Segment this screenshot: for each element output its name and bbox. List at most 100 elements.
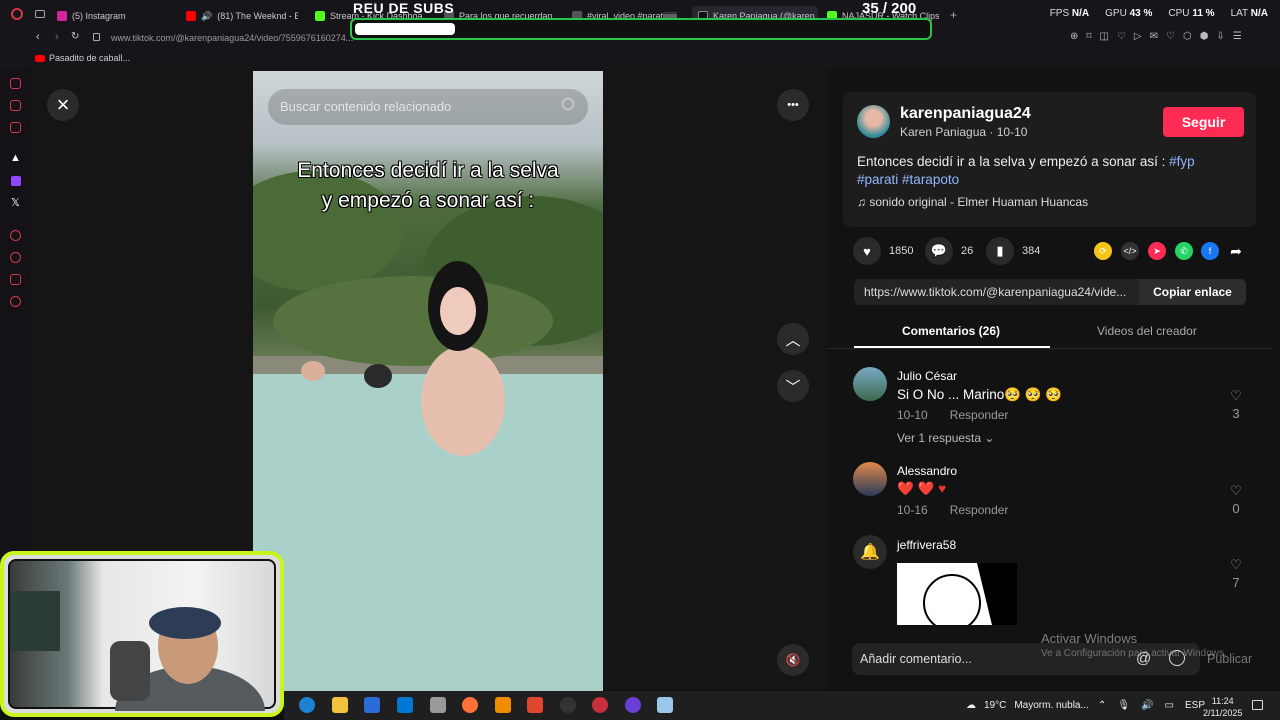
tab-youtube[interactable]: 🔊 (81) The Weeknd - Ea [186,6,298,26]
comment-button[interactable]: 💬 26 [925,237,973,265]
author-subline: Karen Paniagua · 10-10 [900,125,1028,139]
store-icon[interactable] [364,697,380,713]
vlc-icon[interactable] [495,697,511,713]
tab-instagram[interactable]: (5) Instagram [57,6,126,26]
obs-icon[interactable] [560,697,576,713]
clock[interactable]: 11:24 2/11/2025 [1203,695,1242,719]
opera-menu-icon[interactable] [11,8,23,20]
sidebar-history-icon[interactable] [10,252,21,263]
app-icon[interactable] [527,697,543,713]
bookmark-item[interactable]: Pasadito de caball... [35,53,130,63]
facebook-icon[interactable]: f [1201,242,1219,260]
sidebar-x-icon[interactable]: 𝕏 [11,196,20,209]
tab-divider [827,348,1272,349]
chevron-down-icon: ﹀ [785,378,801,396]
browser-toolbar-icons[interactable]: ⊕⌑◫♡▷✉♡⬡⬢⇩☰ [1070,31,1250,42]
mute-button[interactable]: 🔇 [777,644,809,676]
chevron-up-icon: ⌃ [1098,700,1107,711]
sidebar-extensions-icon[interactable] [10,274,21,285]
related-search-input[interactable]: Buscar contenido relacionado [268,89,588,125]
system-tray[interactable]: ⌃ 🎙 🔊 ▭ ESP [1098,700,1205,711]
instagram-icon [57,11,67,21]
comment-sticker-image [897,563,1017,625]
reply-button[interactable]: Responder [950,503,1009,517]
sidebar-tiktok-icon[interactable]: ▲ [10,152,21,164]
heart-outline-icon: ♡ [1230,388,1242,403]
sidebar-mail-icon[interactable] [10,122,21,133]
comment-like-button[interactable]: ♡ 7 [1228,557,1244,590]
share-icon[interactable]: ➦ [1227,242,1245,260]
bell-icon[interactable]: 🔔 [853,535,887,569]
new-tab-button[interactable]: + [950,8,957,22]
comment-like-button[interactable]: ♡ 3 [1228,388,1244,421]
keyboard-app-icon[interactable] [430,697,446,713]
comment-like-button[interactable]: ♡ 0 [1228,483,1244,516]
music-link[interactable]: ♫ sonido original - Elmer Huaman Huancas [857,195,1088,209]
view-replies-button[interactable]: Ver 1 respuesta ⌄ [897,431,994,445]
comment-author[interactable]: Julio César [897,369,957,383]
video-player[interactable]: Entonces decidí ir a la selva y empezó a… [253,71,603,691]
close-icon: × [56,92,70,117]
author-username[interactable]: karenpaniagua24 [900,105,1031,123]
forward-icon[interactable]: › [55,31,59,43]
youtube-icon [35,54,45,62]
speaker-muted-icon: 🔇 [785,653,801,667]
avatar[interactable] [853,462,887,496]
bookmark-icon: ▮ [986,237,1014,265]
heart-outline-icon: ♡ [1230,557,1242,572]
subs-goal-counter: 35 / 200 [862,0,917,17]
firefox-icon[interactable] [462,697,478,713]
reply-button[interactable]: Responder [950,408,1009,422]
subs-goal-progress [350,18,932,40]
repost-icon[interactable]: ⟳ [1094,242,1112,260]
comment-author[interactable]: jeffrivera58 [897,538,956,552]
opera-gx-icon[interactable] [592,697,608,713]
like-button[interactable]: ♥ 1850 [853,237,913,265]
follow-button[interactable]: Seguir [1163,107,1244,137]
next-video-button[interactable]: ﹀ [777,370,809,402]
close-button[interactable]: × [47,89,79,121]
webcam-overlay [0,551,284,717]
back-icon[interactable]: ‹ [36,31,40,43]
reload-icon[interactable]: ↻ [71,31,79,42]
tab-comments[interactable]: Comentarios (26) [902,324,1000,338]
sidebar-settings-icon[interactable] [10,296,21,307]
sticker-drawing [897,563,1017,625]
whatsapp-icon[interactable]: ✆ [1175,242,1193,260]
microphone-icon: 🎙 [1117,700,1131,711]
avatar[interactable] [853,367,887,401]
sidebar-messenger-icon[interactable] [10,100,21,111]
file-explorer-icon[interactable] [332,697,348,713]
edge-icon[interactable] [299,697,315,713]
notification-icon[interactable] [1252,700,1263,710]
sidebar-twitch-icon[interactable] [11,176,21,186]
hashtag-link[interactable]: #fyp [1169,154,1195,169]
bookmarks-bar [0,50,1280,68]
video-link[interactable]: https://www.tiktok.com/@karenpaniagua24/… [864,285,1136,299]
comment-author[interactable]: Alessandro [897,464,957,478]
avatar[interactable] [857,105,890,138]
network-icon: ▭ [1164,700,1174,711]
sidebar-ai-icon[interactable] [10,78,21,89]
comment-text: ❤️ ❤️ ♥ [897,481,947,496]
hashtag-link[interactable]: #parati [857,172,898,187]
webcam-feed [8,559,276,713]
outlook-icon[interactable] [397,697,413,713]
webcam-scene [10,591,265,713]
sidebar-player-icon[interactable] [10,230,21,241]
send-icon[interactable]: ➤ [1148,242,1166,260]
more-options-button[interactable]: ••• [777,89,809,121]
embed-icon[interactable]: </> [1121,242,1139,260]
windows-activation-title: Activar Windows [1041,631,1138,646]
save-button[interactable]: ▮ 384 [986,237,1040,265]
tab-creator-videos[interactable]: Videos del creador [1097,324,1197,338]
opera-icon[interactable] [625,697,641,713]
subs-goal-title: REU DE SUBS [353,0,455,16]
hashtag-link[interactable]: #tarapoto [902,172,959,187]
previous-video-button[interactable]: ︿ [777,323,809,355]
copy-link-button[interactable]: Copiar enlace [1139,279,1246,305]
tab-manager-icon[interactable] [35,10,45,18]
url-field[interactable]: www.tiktok.com/@karenpaniagua24/video/75… [111,33,353,43]
notepad-icon[interactable] [657,697,673,713]
weather-widget[interactable]: ☁ 19°C Mayorm. nubla... [966,700,1089,711]
